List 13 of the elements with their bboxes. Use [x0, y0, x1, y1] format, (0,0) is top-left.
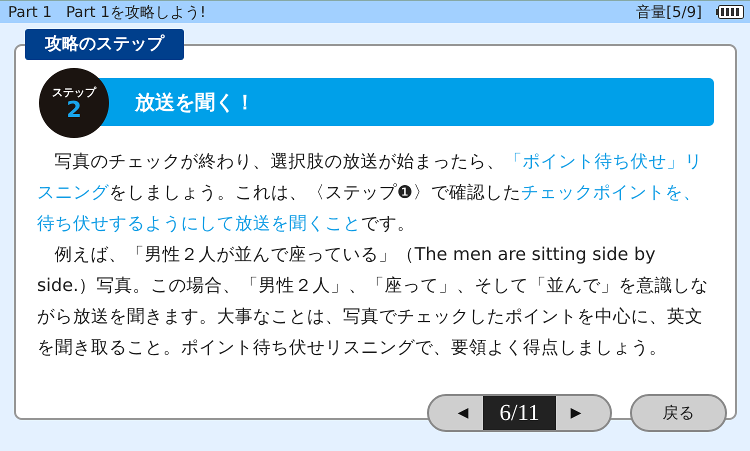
- back-button[interactable]: 戻る: [630, 394, 727, 432]
- body-paragraph: 例えば、「男性２人が並んで座っている」（The men are sitting side by side.）写真。この場合、「男性２人」、「座って」、そして「並んで」を意識しながら放送を聞きます。大事なことは、写真でチェックしたポイントを中心に、英文を聞き取ること。ポイント待ち伏せリスニングで、要領よく得点しましょう。: [37, 244, 710, 360]
- page-title: Part 1を攻略しよう!: [66, 2, 206, 22]
- battery-icon: [716, 5, 744, 19]
- step-label: ステップ: [52, 84, 96, 100]
- step-number: 2: [66, 100, 82, 122]
- prev-button[interactable]: ◀: [443, 405, 483, 421]
- body-paragraph: 写真のチェックが終わり、選択肢の放送が始まったら、「ポイント待ち伏せ」リスニングをしましょう。これは、〈ステップ❶〉で確認したチェックポイントを、待ち伏せするようにして放送を聞くこと です。: [37, 151, 704, 236]
- volume-label: 音量[5/9]: [636, 2, 702, 22]
- step-title: 放送を聞く！: [97, 78, 714, 126]
- part-label: Part 1: [8, 3, 52, 21]
- next-button[interactable]: ▶: [556, 405, 596, 421]
- page-number: 6/11: [483, 396, 556, 430]
